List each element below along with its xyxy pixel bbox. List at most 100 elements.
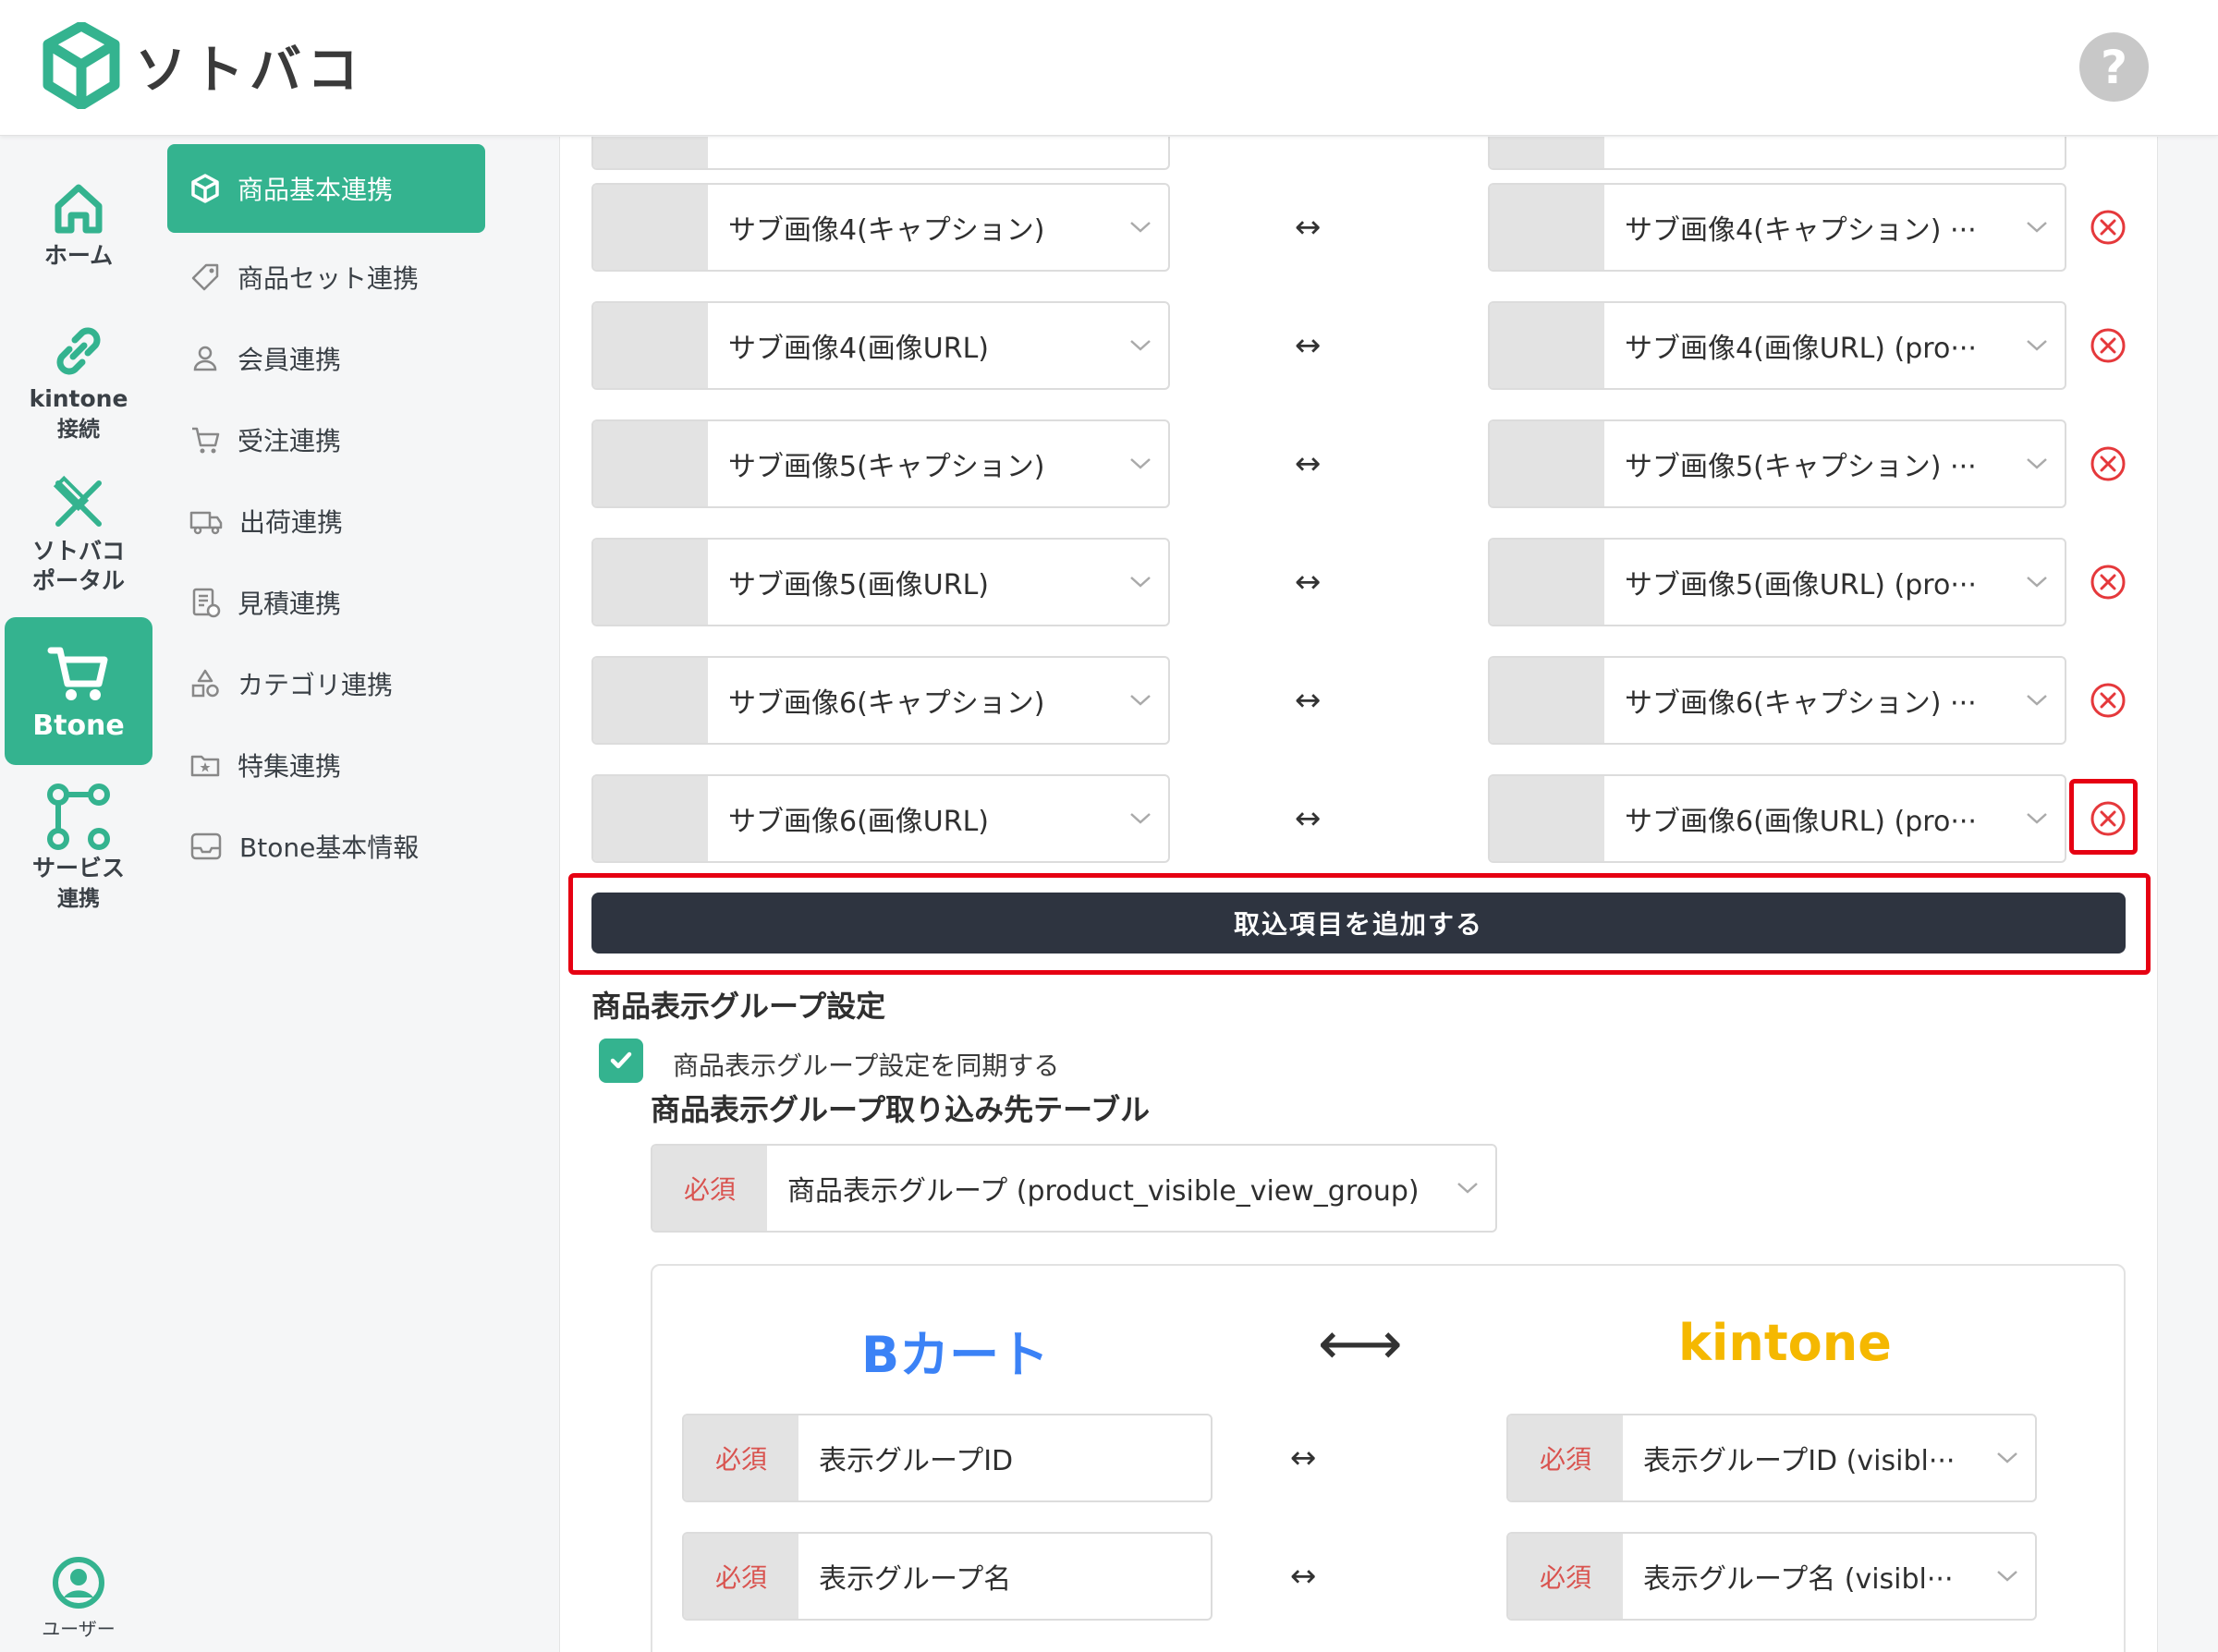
bcart-field: 必須 表示グループID [682, 1414, 1213, 1502]
subnav-item-estimate[interactable]: 見積連携 [167, 562, 485, 643]
required-badge: 必須 [684, 1415, 798, 1500]
rail-item-user[interactable]: ユーザー [5, 1555, 152, 1644]
bidirectional-arrow-icon: ↔ [1295, 327, 1322, 364]
required-badge: 必須 [684, 1534, 798, 1619]
folder-star-icon [190, 755, 220, 777]
subnav-item-category[interactable]: カテゴリ連携 [167, 643, 485, 724]
field-prefix [593, 540, 708, 625]
field-prefix [593, 303, 708, 388]
service-link-icon [47, 783, 110, 850]
bidirectional-arrow-icon: ↔ [1290, 1439, 1317, 1476]
delete-row-icon[interactable] [2088, 443, 2128, 484]
truck-icon [189, 511, 223, 535]
rail-label: ユーザー [42, 1618, 116, 1640]
field-prefix [1490, 776, 1604, 861]
left-field-select[interactable]: サブ画像5(画像URL) [591, 538, 1170, 626]
right-field-select[interactable]: サブ画像6(キャプション) ··· [1488, 656, 2066, 745]
bcart-header: Bカート [861, 1326, 1050, 1384]
kintone-field-select[interactable]: 必須 表示グループ名 (visibl··· [1506, 1532, 2037, 1621]
right-field-value: サブ画像5(キャプション) ··· [1625, 451, 1977, 483]
subnav-item-shipping[interactable]: 出荷連携 [167, 480, 485, 562]
sotobako-logo-icon [43, 22, 120, 109]
app-logo[interactable]: ソトバコ [43, 22, 364, 109]
left-field-select[interactable]: サブ画像5(キャプション) [591, 419, 1170, 508]
delete-row-icon[interactable] [2088, 680, 2128, 721]
chevron-down-icon [2009, 776, 2065, 861]
rail-label: ホーム [43, 242, 114, 269]
right-field-value: サブ画像6(キャプション) ··· [1625, 687, 1977, 720]
left-field-select[interactable] [591, 137, 1170, 170]
mapping-row-partial [591, 137, 2157, 170]
table-select[interactable]: 必須 商品表示グループ (product_visible_view_group) [651, 1144, 1497, 1233]
kintone-field-select[interactable]: 必須 表示グループID (visibl··· [1506, 1414, 2037, 1502]
field-prefix [593, 185, 708, 270]
secondary-nav: 商品基本連携 商品セット連携 会員連携 受注連携 出荷連携 見積連携 カテゴリ連… [155, 137, 492, 1652]
required-badge: 必須 [652, 1146, 767, 1231]
subnav-item-product-set[interactable]: 商品セット連携 [167, 237, 485, 318]
person-icon [193, 346, 217, 371]
portal-icon [53, 475, 102, 527]
left-field-value: サブ画像5(画像URL) [728, 569, 990, 601]
check-icon [610, 1051, 632, 1069]
subnav-item-order[interactable]: 受注連携 [167, 399, 485, 480]
subnav-label: 出荷連携 [239, 507, 344, 538]
group-mapping-box: Bカート ⟷ kintone 必須 表示グループID ↔ 必須 表示グループID… [651, 1264, 2126, 1652]
left-field-value: サブ画像6(キャプション) [728, 687, 1045, 720]
chevron-down-icon [1113, 421, 1168, 506]
add-import-field-button[interactable]: 取込項目を追加する [591, 893, 2126, 954]
right-field-value: サブ画像4(画像URL) (pro··· [1625, 333, 1977, 365]
delete-row-icon[interactable] [2088, 325, 2128, 366]
shapes-icon [191, 669, 219, 698]
delete-row-icon[interactable] [2088, 207, 2128, 248]
subnav-label: 会員連携 [238, 345, 342, 375]
help-button[interactable]: ? [2079, 32, 2149, 102]
right-field-select[interactable]: サブ画像6(画像URL) (pro··· [1488, 774, 2066, 863]
field-prefix [1490, 540, 1604, 625]
required-badge: 必須 [1508, 1534, 1623, 1619]
bidirectional-arrow-icon: ↔ [1295, 445, 1322, 482]
subnav-item-btone-info[interactable]: Btone基本情報 [167, 806, 485, 887]
rail-label: Btone [32, 710, 125, 742]
rail-item-kintone[interactable]: kintone 接続 [5, 322, 152, 444]
rail-item-service[interactable]: サービス 連携 [5, 783, 152, 914]
delete-row-icon[interactable] [2088, 562, 2128, 602]
bidirectional-arrow-icon: ⟷ [1318, 1310, 1403, 1379]
chevron-down-icon [1440, 1146, 1495, 1231]
right-field-select[interactable]: サブ画像5(画像URL) (pro··· [1488, 538, 2066, 626]
left-field-select[interactable]: サブ画像6(キャプション) [591, 656, 1170, 745]
chevron-down-icon [1980, 1415, 2035, 1500]
rail-label: サービス 連携 [31, 855, 125, 911]
left-field-select[interactable]: サブ画像6(画像URL) [591, 774, 1170, 863]
rail-item-home[interactable]: ホーム [5, 178, 152, 271]
subnav-label: カテゴリ連携 [238, 670, 394, 700]
group-row: 必須 表示グループ名 ↔ 必須 表示グループ名 (visibl··· [682, 1532, 2105, 1621]
subnav-item-member[interactable]: 会員連携 [167, 318, 485, 399]
bidirectional-arrow-icon: ↔ [1295, 564, 1322, 601]
app-header: ソトバコ ? [0, 0, 2218, 136]
subnav-item-product-basic[interactable]: 商品基本連携 [167, 144, 485, 233]
chevron-down-icon [1113, 776, 1168, 861]
left-field-value: サブ画像4(画像URL) [728, 333, 990, 365]
rail-item-btone[interactable]: Btone [5, 617, 152, 765]
field-prefix [1490, 421, 1604, 506]
field-prefix [593, 776, 708, 861]
right-field-select[interactable]: サブ画像4(キャプション) ··· [1488, 183, 2066, 272]
sync-checkbox[interactable] [599, 1039, 643, 1083]
group-row: 必須 表示グループID ↔ 必須 表示グループID (visibl··· [682, 1414, 2105, 1502]
box-icon [191, 174, 219, 203]
right-field-select[interactable]: サブ画像4(画像URL) (pro··· [1488, 301, 2066, 390]
group-section-title: 商品表示グループ設定 [591, 989, 886, 1024]
rail-item-portal[interactable]: ソトバコ ポータル [5, 474, 152, 596]
subnav-label: 見積連携 [238, 589, 342, 619]
right-field-select[interactable]: サブ画像5(キャプション) ··· [1488, 419, 2066, 508]
chevron-down-icon [2009, 658, 2065, 743]
subnav-label: 商品基本連携 [238, 175, 394, 205]
left-field-select[interactable]: サブ画像4(キャプション) [591, 183, 1170, 272]
left-field-select[interactable]: サブ画像4(画像URL) [591, 301, 1170, 390]
right-field-select[interactable] [1488, 137, 2066, 170]
field-prefix [593, 658, 708, 743]
subnav-item-feature[interactable]: 特集連携 [167, 724, 485, 806]
table-select-value: 商品表示グループ (product_visible_view_group) [787, 1175, 1420, 1208]
chevron-down-icon [1113, 658, 1168, 743]
chevron-down-icon [2009, 540, 2065, 625]
